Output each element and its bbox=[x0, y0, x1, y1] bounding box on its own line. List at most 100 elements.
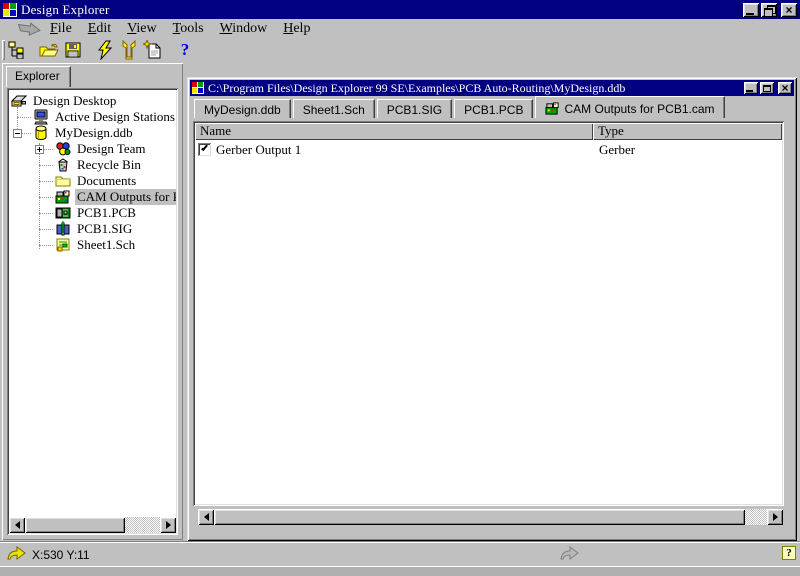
close-icon: × bbox=[781, 82, 788, 94]
save-button[interactable] bbox=[61, 39, 85, 61]
document-tab-bar: MyDesign.ddb Sheet1.Sch PCB1.SIG PCB1.PC… bbox=[190, 96, 794, 118]
options-button[interactable] bbox=[117, 39, 141, 61]
scroll-thumb[interactable] bbox=[214, 509, 745, 525]
document-path: C:\Program Files\Design Explorer 99 SE\E… bbox=[208, 81, 625, 96]
toolbar: ? bbox=[0, 38, 800, 62]
scroll-right-button[interactable] bbox=[160, 517, 176, 533]
scroll-left-button[interactable] bbox=[9, 517, 25, 533]
tree-item-design-team[interactable]: Design Team bbox=[9, 141, 176, 157]
tree-item-label: CAM Outputs for PC bbox=[75, 189, 176, 205]
menu-view[interactable]: View bbox=[119, 20, 165, 38]
tab-pcb1-sig[interactable]: PCB1.SIG bbox=[377, 99, 452, 118]
tree-item-label: Recycle Bin bbox=[75, 157, 143, 173]
menu-file[interactable]: File bbox=[42, 20, 80, 38]
tab-mydesign-ddb[interactable]: MyDesign.ddb bbox=[194, 99, 291, 118]
explorer-toggle-button[interactable] bbox=[5, 39, 29, 61]
tab-explorer[interactable]: Explorer bbox=[6, 66, 71, 87]
save-floppy-icon bbox=[64, 41, 82, 59]
menu-window[interactable]: Window bbox=[212, 20, 276, 38]
restore-icon bbox=[764, 5, 774, 14]
tree-item-active-design-stations[interactable]: Active Design Stations bbox=[9, 109, 176, 125]
doc-maximize-button[interactable] bbox=[760, 82, 774, 94]
design-menu-arrow-icon[interactable] bbox=[16, 22, 42, 36]
tree-item-cam-outputs[interactable]: CAM Outputs for PC bbox=[9, 189, 176, 205]
collapse-minus-icon[interactable] bbox=[13, 129, 22, 138]
open-document-button[interactable] bbox=[37, 39, 61, 61]
tab-label: Sheet1.Sch bbox=[303, 103, 365, 117]
column-header-name[interactable]: Name bbox=[195, 123, 593, 140]
column-header-type[interactable]: Type bbox=[593, 123, 782, 140]
scroll-track[interactable] bbox=[125, 517, 160, 533]
scroll-track[interactable] bbox=[745, 509, 767, 525]
compile-button[interactable] bbox=[93, 39, 117, 61]
document-window: C:\Program Files\Design Explorer 99 SE\E… bbox=[187, 77, 797, 541]
tree-item-label: Documents bbox=[75, 173, 138, 189]
output-enabled-checkbox[interactable] bbox=[198, 143, 211, 156]
tree-item-sheet1-sch[interactable]: Sheet1.Sch bbox=[9, 237, 176, 253]
document-title-bar: C:\Program Files\Design Explorer 99 SE\E… bbox=[190, 80, 794, 96]
scroll-left-button[interactable] bbox=[198, 509, 214, 525]
expand-plus-icon[interactable] bbox=[35, 145, 44, 154]
tree-item-label: PCB1.SIG bbox=[75, 221, 134, 237]
tree-item-pcb1-sig[interactable]: PCB1.SIG bbox=[9, 221, 176, 237]
cursor-arrow-icon bbox=[7, 546, 27, 560]
menu-help[interactable]: Help bbox=[275, 20, 318, 38]
help-question-icon: ? bbox=[181, 40, 190, 60]
output-name: Gerber Output 1 bbox=[216, 142, 301, 158]
tree-content: Design Desktop Active Design Stations My… bbox=[9, 90, 176, 517]
tree-item-label: Design Desktop bbox=[31, 93, 118, 109]
tab-label: MyDesign.ddb bbox=[204, 103, 281, 117]
maximize-icon bbox=[763, 85, 771, 92]
tree-item-recycle-bin[interactable]: Recycle Bin bbox=[9, 157, 176, 173]
status-help-button[interactable]: ? bbox=[782, 546, 796, 560]
table-body: Gerber Output 1 Gerber bbox=[195, 140, 782, 504]
cam-icon bbox=[55, 189, 71, 205]
help-button[interactable]: ? bbox=[173, 39, 197, 61]
new-document-icon bbox=[143, 40, 163, 60]
document-horizontal-scrollbar bbox=[198, 509, 783, 525]
lightning-bolt-icon bbox=[96, 40, 114, 60]
doc-minimize-button[interactable] bbox=[744, 82, 758, 94]
restore-button[interactable] bbox=[761, 3, 777, 17]
tree-item-label: MyDesign.ddb bbox=[53, 125, 135, 141]
signal-icon bbox=[55, 221, 71, 237]
tree-item-design-desktop[interactable]: Design Desktop bbox=[9, 93, 176, 109]
arrow-left-icon bbox=[15, 521, 20, 529]
tab-label: PCB1.SIG bbox=[387, 103, 442, 117]
cursor-coordinates: X:530 Y:11 bbox=[32, 548, 90, 562]
design-explorer-window: Design Explorer × File Edit View Tools W… bbox=[0, 0, 800, 576]
type-cell: Gerber bbox=[593, 142, 782, 158]
scroll-thumb[interactable] bbox=[25, 517, 125, 533]
menu-tools[interactable]: Tools bbox=[165, 20, 212, 38]
database-icon bbox=[33, 125, 49, 141]
schematic-icon bbox=[55, 237, 71, 253]
tree-item-label: PCB1.PCB bbox=[75, 205, 138, 221]
arrow-right-icon bbox=[166, 521, 171, 529]
new-document-button[interactable] bbox=[141, 39, 165, 61]
scroll-right-button[interactable] bbox=[767, 509, 783, 525]
recycle-bin-icon bbox=[55, 157, 71, 173]
close-button[interactable]: × bbox=[781, 3, 797, 17]
tree-horizontal-scrollbar bbox=[9, 517, 176, 533]
tab-label: PCB1.PCB bbox=[464, 103, 523, 117]
open-folder-icon bbox=[39, 41, 59, 59]
team-icon bbox=[55, 141, 71, 157]
tab-cam-outputs[interactable]: CAM Outputs for PCB1.cam bbox=[535, 96, 724, 118]
tree-item-label: Design Team bbox=[75, 141, 148, 157]
tree-item-pcb1-pcb[interactable]: PCB1.PCB bbox=[9, 205, 176, 221]
doc-close-button[interactable]: × bbox=[778, 82, 792, 94]
pcb-icon bbox=[55, 205, 71, 221]
tree-item-mydesign-ddb[interactable]: MyDesign.ddb bbox=[9, 125, 176, 141]
tab-sheet1-sch[interactable]: Sheet1.Sch bbox=[293, 99, 375, 118]
tab-label: CAM Outputs for PCB1.cam bbox=[564, 102, 714, 116]
table-row[interactable]: Gerber Output 1 Gerber bbox=[195, 140, 782, 158]
tab-pcb1-pcb[interactable]: PCB1.PCB bbox=[454, 99, 533, 118]
workstation-icon bbox=[33, 109, 49, 125]
secondary-arrow-icon bbox=[560, 546, 580, 560]
menu-edit[interactable]: Edit bbox=[80, 20, 119, 38]
document-icon bbox=[192, 82, 204, 94]
minimize-button[interactable] bbox=[743, 3, 759, 17]
minimize-icon bbox=[746, 90, 753, 92]
tree-item-documents[interactable]: Documents bbox=[9, 173, 176, 189]
arrow-right-icon bbox=[773, 513, 778, 521]
